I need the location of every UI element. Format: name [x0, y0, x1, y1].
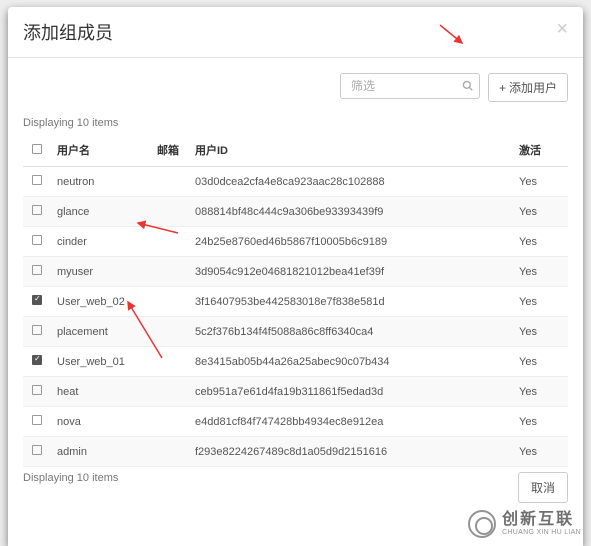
- row-checkbox[interactable]: [32, 265, 42, 275]
- cell-email: [151, 317, 189, 347]
- modal: 添加组成员 × + 添加用户 Displaying 10 items 用户名: [8, 7, 583, 546]
- cell-userid: 8e3415ab05b44a26a25abec90c07b434: [189, 347, 513, 377]
- table-row[interactable]: placement 5c2f376b134f4f5088a86c8ff6340c…: [23, 317, 568, 347]
- modal-title: 添加组成员: [23, 19, 568, 45]
- table-row[interactable]: User_web_02 3f16407953be442583018e7f838e…: [23, 287, 568, 317]
- header-active[interactable]: 激活: [513, 134, 568, 167]
- cell-userid: e4dd81cf84f747428bb4934ec8e912ea: [189, 407, 513, 437]
- row-checkbox[interactable]: [32, 355, 42, 365]
- header-userid[interactable]: 用户ID: [189, 134, 513, 167]
- cell-username: heat: [51, 377, 151, 407]
- cell-active: Yes: [513, 167, 568, 197]
- cell-username: myuser: [51, 257, 151, 287]
- cell-userid: 24b25e8760ed46b5867f10005b6c9189: [189, 227, 513, 257]
- cell-userid: f293e8224267489c8d1a05d9d2151616: [189, 437, 513, 467]
- cell-username: User_web_02: [51, 287, 151, 317]
- header-username[interactable]: 用户名: [51, 134, 151, 167]
- plus-icon: +: [499, 81, 506, 95]
- table-row[interactable]: glance 088814bf48c444c9a306be93393439f9 …: [23, 197, 568, 227]
- header-email[interactable]: 邮箱: [151, 134, 189, 167]
- cell-active: Yes: [513, 377, 568, 407]
- row-checkbox[interactable]: [32, 385, 42, 395]
- watermark-text: 创新互联 CHUANG XIN HU LIAN: [502, 510, 581, 538]
- cell-username: nova: [51, 407, 151, 437]
- table-row[interactable]: myuser 3d9054c912e04681821012bea41ef39f …: [23, 257, 568, 287]
- watermark: 创新互联 CHUANG XIN HU LIAN: [468, 510, 581, 538]
- cell-userid: 3d9054c912e04681821012bea41ef39f: [189, 257, 513, 287]
- filter-wrap: [340, 73, 480, 102]
- toolbar: + 添加用户: [23, 73, 568, 102]
- cell-active: Yes: [513, 347, 568, 377]
- table-header-row: 用户名 邮箱 用户ID 激活: [23, 134, 568, 167]
- cell-active: Yes: [513, 437, 568, 467]
- cell-active: Yes: [513, 287, 568, 317]
- cell-email: [151, 257, 189, 287]
- filter-input[interactable]: [340, 73, 480, 99]
- row-checkbox[interactable]: [32, 295, 42, 305]
- cell-userid: 3f16407953be442583018e7f838e581d: [189, 287, 513, 317]
- header-checkbox-cell: [23, 134, 51, 167]
- cell-email: [151, 167, 189, 197]
- row-checkbox[interactable]: [32, 445, 42, 455]
- watermark-main: 创新互联: [502, 510, 581, 529]
- users-table: 用户名 邮箱 用户ID 激活 neutron 03d0dcea2cfa4e8ca…: [23, 134, 568, 467]
- cell-username: cinder: [51, 227, 151, 257]
- row-checkbox[interactable]: [32, 235, 42, 245]
- modal-header: 添加组成员 ×: [8, 7, 583, 58]
- row-checkbox[interactable]: [32, 325, 42, 335]
- cell-active: Yes: [513, 407, 568, 437]
- row-checkbox[interactable]: [32, 175, 42, 185]
- add-user-label: 添加用户: [509, 79, 557, 96]
- watermark-sub: CHUANG XIN HU LIAN: [502, 529, 581, 537]
- cell-email: [151, 227, 189, 257]
- cell-active: Yes: [513, 197, 568, 227]
- cell-userid: ceb951a7e61d4fa19b311861f5edad3d: [189, 377, 513, 407]
- table-row[interactable]: nova e4dd81cf84f747428bb4934ec8e912ea Ye…: [23, 407, 568, 437]
- cell-username: placement: [51, 317, 151, 347]
- table-row[interactable]: neutron 03d0dcea2cfa4e8ca923aac28c102888…: [23, 167, 568, 197]
- cell-active: Yes: [513, 257, 568, 287]
- cell-active: Yes: [513, 227, 568, 257]
- cell-username: neutron: [51, 167, 151, 197]
- cell-username: admin: [51, 437, 151, 467]
- close-icon[interactable]: ×: [556, 19, 568, 39]
- row-checkbox[interactable]: [32, 415, 42, 425]
- cell-userid: 5c2f376b134f4f5088a86c8ff6340ca4: [189, 317, 513, 347]
- display-count-bottom: Displaying 10 items: [23, 472, 568, 484]
- cell-email: [151, 437, 189, 467]
- table-row[interactable]: admin f293e8224267489c8d1a05d9d2151616 Y…: [23, 437, 568, 467]
- cell-active: Yes: [513, 317, 568, 347]
- table-row[interactable]: cinder 24b25e8760ed46b5867f10005b6c9189 …: [23, 227, 568, 257]
- cell-email: [151, 287, 189, 317]
- row-checkbox[interactable]: [32, 205, 42, 215]
- cell-email: [151, 197, 189, 227]
- select-all-checkbox[interactable]: [32, 144, 42, 154]
- modal-footer: 取消: [518, 472, 568, 503]
- cell-email: [151, 407, 189, 437]
- cell-email: [151, 377, 189, 407]
- cell-userid: 088814bf48c444c9a306be93393439f9: [189, 197, 513, 227]
- display-count-top: Displaying 10 items: [23, 117, 568, 129]
- cancel-button[interactable]: 取消: [518, 472, 568, 503]
- cell-username: glance: [51, 197, 151, 227]
- cell-userid: 03d0dcea2cfa4e8ca923aac28c102888: [189, 167, 513, 197]
- cell-email: [151, 347, 189, 377]
- table-row[interactable]: heat ceb951a7e61d4fa19b311861f5edad3d Ye…: [23, 377, 568, 407]
- table-row[interactable]: User_web_01 8e3415ab05b44a26a25abec90c07…: [23, 347, 568, 377]
- watermark-logo-icon: [468, 510, 496, 538]
- add-user-button[interactable]: + 添加用户: [488, 73, 568, 102]
- cell-username: User_web_01: [51, 347, 151, 377]
- modal-body: + 添加用户 Displaying 10 items 用户名 邮箱 用户ID 激…: [8, 58, 583, 504]
